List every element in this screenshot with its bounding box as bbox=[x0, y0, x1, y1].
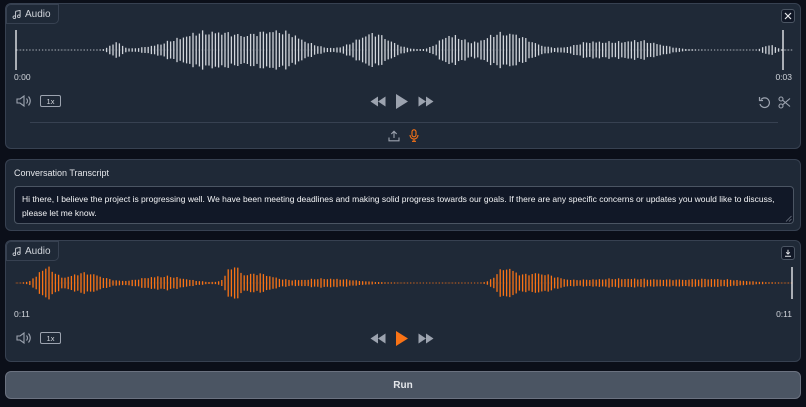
output-waveform[interactable] bbox=[15, 263, 793, 303]
output-audio-badge: Audio bbox=[6, 241, 59, 261]
transcript-panel: Conversation Transcript Hi there, I beli… bbox=[5, 159, 801, 231]
input-audio-label: Audio bbox=[25, 8, 51, 20]
run-button[interactable]: Run bbox=[5, 371, 801, 399]
output-time-current: 0:11 bbox=[14, 309, 30, 319]
input-skip-back-button[interactable] bbox=[370, 96, 386, 107]
close-icon bbox=[784, 12, 792, 20]
music-note-icon bbox=[12, 246, 21, 256]
upload-icon bbox=[388, 130, 400, 141]
skip-back-icon bbox=[370, 333, 386, 344]
input-waveform[interactable] bbox=[15, 26, 793, 74]
output-play-button[interactable] bbox=[395, 330, 409, 347]
music-note-icon bbox=[12, 9, 21, 19]
download-icon bbox=[785, 249, 791, 257]
reset-audio-button[interactable] bbox=[758, 96, 771, 109]
trim-audio-button[interactable] bbox=[778, 96, 791, 109]
output-playback-rate-button[interactable]: 1x bbox=[40, 332, 61, 344]
output-skip-forward-button[interactable] bbox=[418, 333, 434, 344]
download-audio-button[interactable] bbox=[781, 246, 795, 260]
output-audio-label: Audio bbox=[25, 245, 51, 257]
transcript-textarea[interactable]: Hi there, I believe the project is progr… bbox=[14, 186, 794, 224]
upload-source-button[interactable] bbox=[388, 130, 400, 142]
play-icon bbox=[396, 331, 408, 346]
transcript-label: Conversation Transcript bbox=[14, 168, 110, 178]
volume-icon bbox=[16, 332, 31, 344]
input-time-duration: 0:03 bbox=[775, 72, 792, 82]
input-audio-badge: Audio bbox=[6, 4, 59, 24]
skip-forward-icon bbox=[418, 96, 434, 107]
input-skip-forward-button[interactable] bbox=[418, 96, 434, 107]
input-volume-button[interactable] bbox=[16, 95, 32, 107]
microphone-source-button[interactable] bbox=[409, 129, 419, 142]
resize-grip-icon[interactable] bbox=[785, 215, 792, 222]
input-play-button[interactable] bbox=[395, 93, 409, 110]
output-skip-back-button[interactable] bbox=[370, 333, 386, 344]
transcript-text: Hi there, I believe the project is progr… bbox=[22, 194, 775, 218]
source-divider bbox=[30, 122, 778, 123]
output-audio-panel: Audio 0:11 0:11 1x bbox=[5, 240, 801, 362]
microphone-icon bbox=[409, 129, 419, 142]
output-volume-button[interactable] bbox=[16, 332, 32, 344]
scissors-icon bbox=[778, 96, 791, 109]
clear-audio-button[interactable] bbox=[781, 9, 795, 23]
output-time-duration: 0:11 bbox=[776, 309, 792, 319]
input-time-current: 0:00 bbox=[14, 72, 31, 82]
play-icon bbox=[396, 94, 408, 109]
skip-back-icon bbox=[370, 96, 386, 107]
input-playback-rate-button[interactable]: 1x bbox=[40, 95, 61, 107]
input-audio-panel: Audio 0:00 0:03 1x bbox=[5, 3, 801, 149]
skip-forward-icon bbox=[418, 333, 434, 344]
undo-icon bbox=[758, 97, 770, 109]
volume-icon bbox=[16, 95, 31, 107]
